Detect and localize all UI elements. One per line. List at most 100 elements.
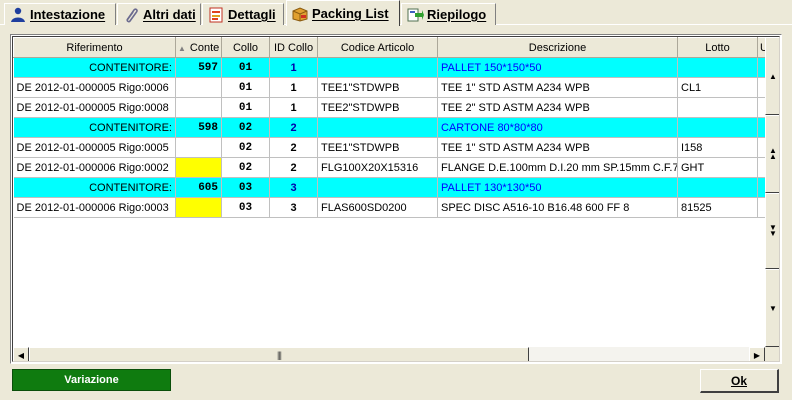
tab-dettagli[interactable]: Dettagli — [202, 3, 284, 25]
cell-collo[interactable]: 03 — [221, 177, 270, 198]
horizontal-scroll-thumb[interactable]: ||| — [29, 347, 529, 361]
cell-id-collo[interactable]: 3 — [269, 177, 318, 198]
variazione-button[interactable]: Variazione — [12, 369, 171, 391]
cell-codice-articolo[interactable]: TEE2"STDWPB — [317, 97, 438, 118]
arrow-left-icon: ◀ — [17, 350, 25, 360]
scroll-right-button[interactable]: ▶ — [749, 347, 765, 361]
cell-id-collo[interactable]: 2 — [269, 157, 318, 178]
table-row[interactable]: CONTENITORE: 598 02 2 CARTONE 80*80*80 — [13, 117, 766, 138]
cell-descrizione[interactable]: SPEC DISC A516-10 B16.48 600 FF 8 — [437, 197, 678, 218]
package-icon — [292, 6, 308, 22]
table-row[interactable]: DE 2012-01-000005 Rigo:0005 02 2 TEE1"ST… — [13, 137, 766, 158]
cell-descrizione[interactable]: TEE 2" STD ASTM A234 WPB — [437, 97, 678, 118]
cell-id-collo[interactable]: 2 — [269, 117, 318, 138]
cell-lotto[interactable]: 81525 — [677, 197, 758, 218]
table-row[interactable]: DE 2012-01-000006 Rigo:0002 02 2 FLG100X… — [13, 157, 766, 178]
cell-descrizione[interactable]: CARTONE 80*80*80 — [437, 117, 678, 138]
ok-button[interactable]: Ok — [700, 369, 779, 393]
col-header-lotto[interactable]: Lotto — [677, 37, 758, 58]
cell-collo[interactable]: 01 — [221, 77, 270, 98]
cell-codice-articolo[interactable] — [317, 117, 438, 138]
grip-icon: ||| — [276, 350, 282, 360]
table-row[interactable]: DE 2012-01-000005 Rigo:0006 01 1 TEE1"ST… — [13, 77, 766, 98]
cell-riferimento[interactable]: CONTENITORE: — [13, 117, 176, 138]
cell-codice-articolo[interactable] — [317, 57, 438, 78]
col-header-codice-articolo[interactable]: Codice Articolo — [317, 37, 438, 58]
scroll-page-down-button[interactable]: ▼ ▼ — [765, 193, 779, 269]
tab-riepilogo[interactable]: Riepilogo — [401, 3, 496, 25]
scroll-down-button[interactable]: ▼ — [765, 269, 779, 347]
cell-riferimento[interactable]: DE 2012-01-000006 Rigo:0002 — [13, 157, 176, 178]
cell-id-collo[interactable]: 1 — [269, 57, 318, 78]
cell-conte[interactable] — [175, 97, 222, 118]
cell-lotto[interactable]: GHT — [677, 157, 758, 178]
scroll-left-button[interactable]: ◀ — [13, 347, 29, 361]
tab-label: Riepilogo — [427, 7, 487, 22]
table-row[interactable]: DE 2012-01-000006 Rigo:0003 03 3 FLAS600… — [13, 197, 766, 218]
tab-packing-list[interactable]: Packing List — [286, 0, 400, 26]
cell-conte[interactable] — [175, 77, 222, 98]
document-icon — [209, 7, 223, 22]
table-row[interactable]: CONTENITORE: 605 03 3 PALLET 130*130*50 — [13, 177, 766, 198]
cell-collo[interactable]: 03 — [221, 197, 270, 218]
cell-codice-articolo[interactable]: FLAS600SD0200 — [317, 197, 438, 218]
cell-descrizione[interactable]: TEE 1" STD ASTM A234 WPB — [437, 77, 678, 98]
cell-descrizione[interactable]: FLANGE D.E.100mm D.I.20 mm SP.15mm C.F.7… — [437, 157, 678, 178]
cell-id-collo[interactable]: 1 — [269, 77, 318, 98]
cell-descrizione[interactable]: PALLET 150*150*50 — [437, 57, 678, 78]
col-header-id-collo[interactable]: ID Collo — [269, 37, 318, 58]
cell-descrizione[interactable]: PALLET 130*130*50 — [437, 177, 678, 198]
cell-codice-articolo[interactable]: TEE1"STDWPB — [317, 137, 438, 158]
cell-riferimento[interactable]: DE 2012-01-000006 Rigo:0003 — [13, 197, 176, 218]
col-header-conte[interactable]: ▲ Conte — [175, 37, 222, 58]
scroll-corner — [765, 347, 779, 361]
cell-lotto[interactable]: I158 — [677, 137, 758, 158]
cell-descrizione[interactable]: TEE 1" STD ASTM A234 WPB — [437, 137, 678, 158]
tab-intestazione[interactable]: Intestazione — [4, 3, 116, 25]
cell-riferimento[interactable]: DE 2012-01-000005 Rigo:0006 — [13, 77, 176, 98]
col-header-riferimento[interactable]: Riferimento — [13, 37, 176, 58]
cell-conte[interactable] — [175, 157, 222, 178]
cell-conte[interactable] — [175, 197, 222, 218]
cell-riferimento[interactable]: DE 2012-01-000005 Rigo:0008 — [13, 97, 176, 118]
scroll-page-up-button[interactable]: ▲ ▲ — [765, 115, 779, 193]
scroll-up-button[interactable]: ▲ — [765, 37, 779, 115]
cell-conte[interactable]: 605 — [175, 177, 222, 198]
person-icon — [11, 7, 25, 22]
cell-lotto[interactable] — [677, 97, 758, 118]
cell-lotto[interactable]: CL1 — [677, 77, 758, 98]
cell-codice-articolo[interactable]: FLG100X20X15316 — [317, 157, 438, 178]
cell-id-collo[interactable]: 3 — [269, 197, 318, 218]
table-row[interactable]: DE 2012-01-000005 Rigo:0008 01 1 TEE2"ST… — [13, 97, 766, 118]
cell-codice-articolo[interactable]: TEE1"STDWPB — [317, 77, 438, 98]
tab-label: Packing List — [312, 6, 389, 21]
cell-collo[interactable]: 01 — [221, 97, 270, 118]
col-header-collo[interactable]: Collo — [221, 37, 270, 58]
cell-conte[interactable] — [175, 137, 222, 158]
col-header-descrizione[interactable]: Descrizione — [437, 37, 678, 58]
tab-altri-dati[interactable]: Altri dati — [117, 3, 201, 25]
cell-id-collo[interactable]: 1 — [269, 97, 318, 118]
cell-conte[interactable]: 597 — [175, 57, 222, 78]
cell-collo[interactable]: 02 — [221, 117, 270, 138]
arrow-up-icon: ▲ — [769, 71, 777, 81]
packing-list-table: Riferimento ▲ Conte Collo ID Collo Codice… — [13, 37, 766, 218]
cell-lotto[interactable] — [677, 117, 758, 138]
cell-id-collo[interactable]: 2 — [269, 137, 318, 158]
cell-collo[interactable]: 01 — [221, 57, 270, 78]
cell-codice-articolo[interactable] — [317, 177, 438, 198]
tab-label: Dettagli — [228, 7, 276, 22]
cell-collo[interactable]: 02 — [221, 137, 270, 158]
table-row[interactable]: CONTENITORE: 597 01 1 PALLET 150*150*50 — [13, 57, 766, 78]
horizontal-scrollbar[interactable]: ◀ ||| ▶ — [13, 347, 765, 361]
cell-lotto[interactable] — [677, 177, 758, 198]
tab-label: Altri dati — [143, 7, 196, 22]
cell-lotto[interactable] — [677, 57, 758, 78]
cell-riferimento[interactable]: DE 2012-01-000005 Rigo:0005 — [13, 137, 176, 158]
cell-riferimento[interactable]: CONTENITORE: — [13, 57, 176, 78]
vertical-scrollbar[interactable]: ▲ ▲ ▲ ▼ ▼ ▼ — [765, 37, 779, 347]
cell-collo[interactable]: 02 — [221, 157, 270, 178]
double-arrow-down-icon: ▼ ▼ — [769, 223, 777, 238]
cell-conte[interactable]: 598 — [175, 117, 222, 138]
cell-riferimento[interactable]: CONTENITORE: — [13, 177, 176, 198]
